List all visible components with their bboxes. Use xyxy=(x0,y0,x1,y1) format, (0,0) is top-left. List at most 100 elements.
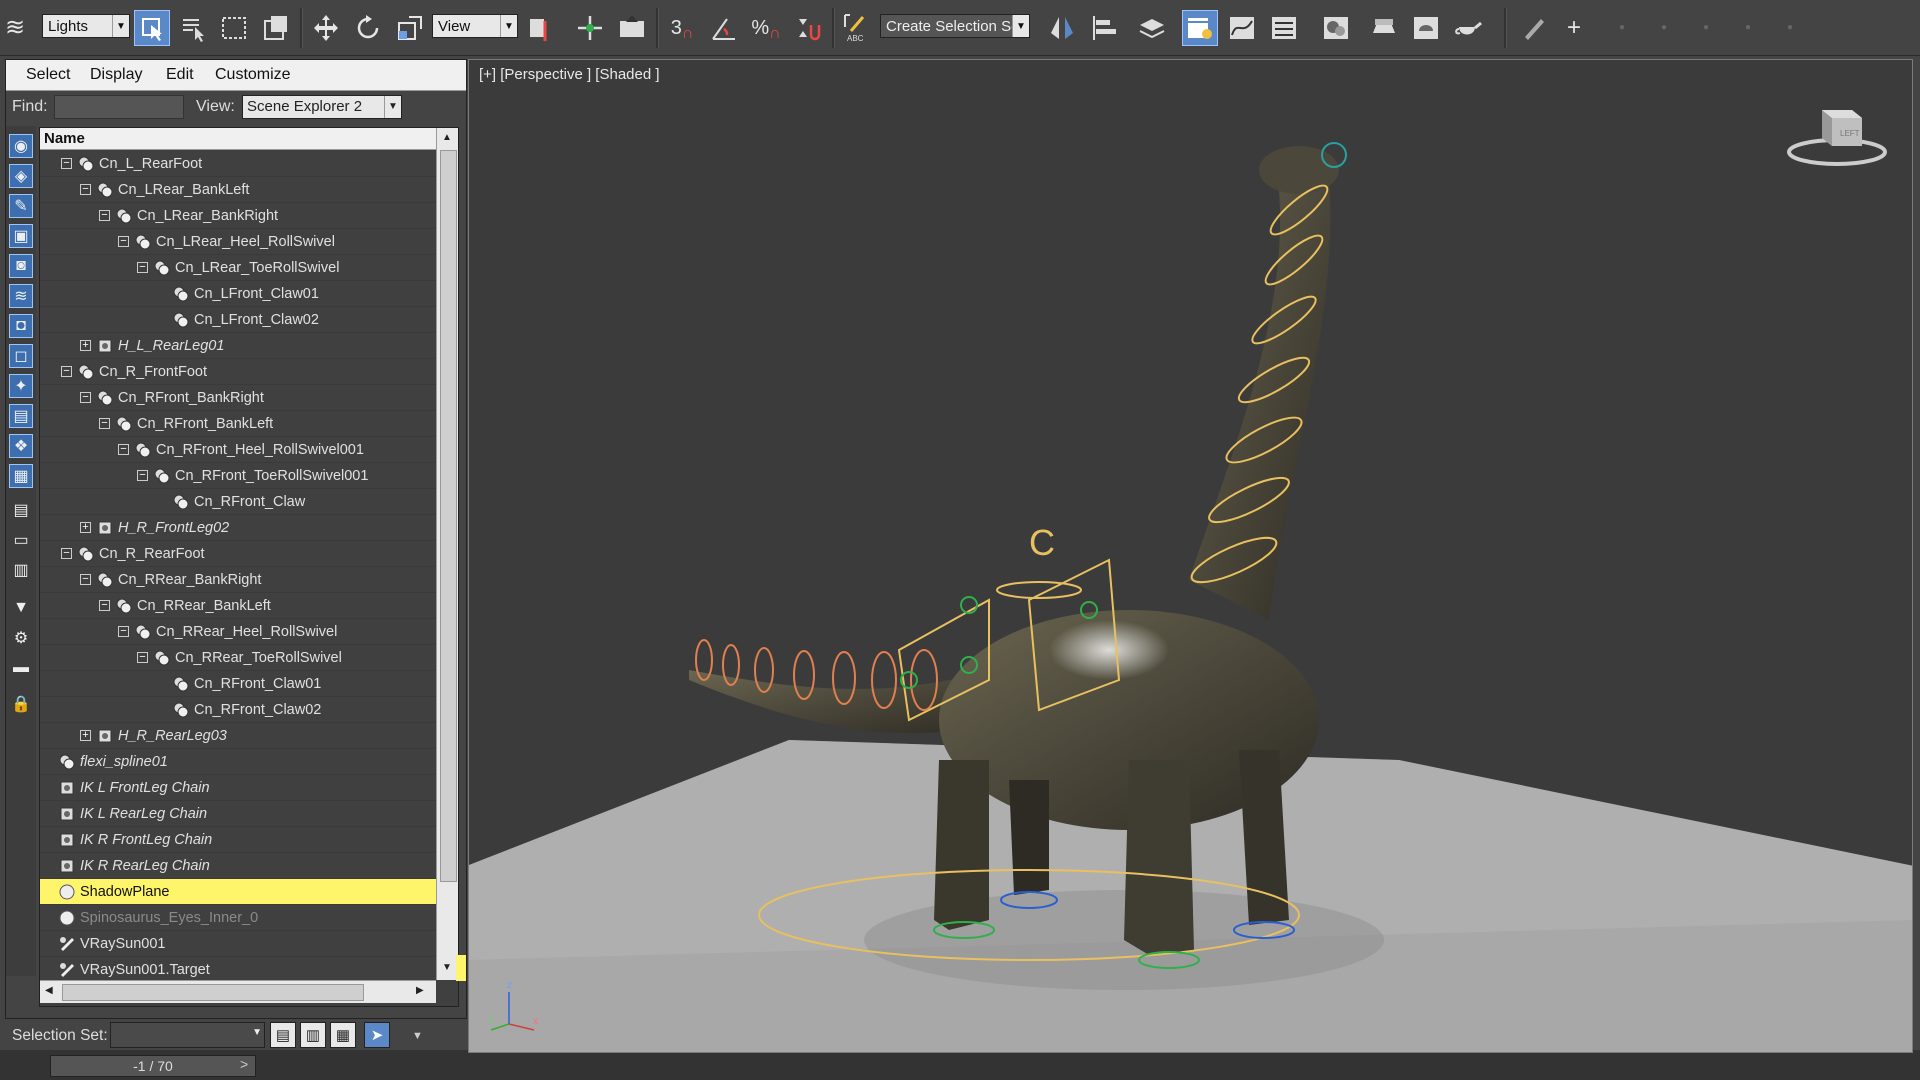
selection-filter-dropdown[interactable]: Lights ▼ xyxy=(42,14,130,38)
tree-row[interactable]: IK R RearLeg Chain xyxy=(40,853,436,879)
collapse-toggle-icon[interactable]: − xyxy=(137,262,148,273)
select-and-move-button[interactable] xyxy=(308,10,344,46)
tree-row[interactable]: − Cn_R_FrontFoot xyxy=(40,359,436,385)
display-xrefs-icon[interactable]: ◻ xyxy=(9,344,33,368)
align-button[interactable] xyxy=(1086,10,1122,46)
display-invert-icon[interactable]: ▥ xyxy=(9,558,33,582)
collapse-toggle-icon[interactable]: − xyxy=(80,392,91,403)
tree-row[interactable]: − Cn_LRear_BankLeft xyxy=(40,177,436,203)
select-and-manipulate-button[interactable] xyxy=(572,10,608,46)
scene-render[interactable]: C xyxy=(469,60,1913,1053)
dino-rear-left-leg[interactable] xyxy=(1009,780,1049,895)
collapse-toggle-icon[interactable]: − xyxy=(80,574,91,585)
tree-row[interactable]: − Cn_RRear_Heel_RollSwivel xyxy=(40,619,436,645)
collapse-icon[interactable]: ▬ xyxy=(9,656,33,680)
remove-from-selection-set-button[interactable]: ▦ xyxy=(330,1022,356,1048)
scroll-up-icon[interactable]: ▲ xyxy=(442,132,452,143)
collapse-toggle-icon[interactable]: − xyxy=(118,626,129,637)
tree-row[interactable]: Cn_LFront_Claw01 xyxy=(40,281,436,307)
panel-options-icon[interactable]: ▼ xyxy=(412,1030,423,1042)
tree-row[interactable]: IK L FrontLeg Chain xyxy=(40,775,436,801)
next-frame-button[interactable]: > xyxy=(240,1056,248,1072)
expand-toggle-icon[interactable]: + xyxy=(80,340,91,351)
display-helpers-icon[interactable]: ◙ xyxy=(9,254,33,278)
display-shapes-icon[interactable]: ◈ xyxy=(9,164,33,188)
display-spacewarps-icon[interactable]: ≋ xyxy=(9,284,33,308)
selection-set-dropdown[interactable]: ▼ xyxy=(110,1022,265,1048)
select-object-button[interactable] xyxy=(134,10,170,46)
render-in-cloud-button[interactable] xyxy=(1516,10,1552,46)
select-and-rotate-button[interactable] xyxy=(350,10,386,46)
window-crossing-button[interactable] xyxy=(258,10,294,46)
tree-row[interactable]: Cn_RFront_Claw01 xyxy=(40,671,436,697)
menu-edit[interactable]: Edit xyxy=(166,66,194,84)
perspective-viewport[interactable]: C [+] [Perspective ] [Shaded ] LEFT z x … xyxy=(468,59,1913,1053)
material-editor-button[interactable] xyxy=(1318,10,1354,46)
collapse-toggle-icon[interactable]: − xyxy=(99,600,110,611)
viewport-label[interactable]: [+] [Perspective ] [Shaded ] xyxy=(479,66,660,83)
collapse-toggle-icon[interactable]: − xyxy=(137,652,148,663)
tree-row[interactable]: − Cn_LRear_ToeRollSwivel xyxy=(40,255,436,281)
create-selection-set-button[interactable]: ▤ xyxy=(270,1022,296,1048)
tree-row[interactable]: + H_R_FrontLeg02 xyxy=(40,515,436,541)
toolbar-grip-icon[interactable]: ≋ xyxy=(0,10,30,46)
display-none-icon[interactable]: ▭ xyxy=(9,528,33,552)
tree-row[interactable]: − Cn_RRear_BankRight xyxy=(40,567,436,593)
collapse-toggle-icon[interactable]: − xyxy=(137,470,148,481)
dino-front-right-leg[interactable] xyxy=(1124,760,1194,955)
filter-settings-icon[interactable]: ⚙ xyxy=(9,626,33,650)
rendered-frame-window-button[interactable] xyxy=(1408,10,1444,46)
scroll-left-icon[interactable]: ◀ xyxy=(45,985,53,996)
keyboard-shortcut-override-button[interactable] xyxy=(614,10,650,46)
expand-toggle-icon[interactable]: + xyxy=(80,730,91,741)
add-to-selection-set-button[interactable]: ▥ xyxy=(300,1022,326,1048)
display-geometry-icon[interactable]: ◉ xyxy=(9,134,33,158)
add-toolbar-button[interactable]: + xyxy=(1556,10,1592,46)
tree-row[interactable]: − Cn_LRear_Heel_RollSwivel xyxy=(40,229,436,255)
tree-row[interactable]: + H_R_RearLeg03 xyxy=(40,723,436,749)
collapse-toggle-icon[interactable]: − xyxy=(61,158,72,169)
tree-row[interactable]: ShadowPlane xyxy=(40,879,436,905)
pivot-center-button[interactable] xyxy=(522,10,558,46)
tree-row[interactable]: flexi_spline01 xyxy=(40,749,436,775)
tree-row[interactable]: − Cn_RFront_Heel_RollSwivel001 xyxy=(40,437,436,463)
display-frozen-icon[interactable]: ❖ xyxy=(9,434,33,458)
snap-toggle-button[interactable]: 3 ∩ xyxy=(664,10,700,46)
display-cameras-icon[interactable]: ▣ xyxy=(9,224,33,248)
dino-front-left-leg[interactable] xyxy=(934,760,989,930)
tree-row[interactable]: − Cn_RRear_BankLeft xyxy=(40,593,436,619)
find-input[interactable] xyxy=(54,95,184,119)
tree-row[interactable]: − Cn_R_RearFoot xyxy=(40,541,436,567)
spinner-snap-button[interactable] xyxy=(790,10,826,46)
time-slider[interactable]: -1 / 70 xyxy=(50,1055,256,1077)
select-set-button[interactable]: ➤ xyxy=(364,1022,390,1048)
tree-row[interactable]: − Cn_RRear_ToeRollSwivel xyxy=(40,645,436,671)
reference-coordinate-dropdown[interactable]: View ▼ xyxy=(432,14,518,38)
viewcube[interactable]: LEFT xyxy=(1782,100,1892,170)
vertical-scrollbar[interactable]: ▲ ▼ xyxy=(436,128,458,980)
render-setup-button[interactable] xyxy=(1366,10,1402,46)
menu-customize[interactable]: Customize xyxy=(215,66,291,84)
display-containers-icon[interactable]: ▤ xyxy=(9,404,33,428)
scroll-right-icon[interactable]: ▶ xyxy=(416,985,424,996)
horizontal-scrollbar[interactable]: ◀ ▶ xyxy=(40,980,436,1003)
collapse-toggle-icon[interactable]: − xyxy=(61,548,72,559)
toggle-scene-explorer-button[interactable] xyxy=(1134,10,1170,46)
display-all-icon[interactable]: ▤ xyxy=(9,498,33,522)
tree-row[interactable]: Cn_RFront_Claw xyxy=(40,489,436,515)
toggle-layer-explorer-button[interactable] xyxy=(1182,10,1218,46)
tree-row[interactable]: Spinosaurus_Eyes_Inner_0 xyxy=(40,905,436,931)
select-by-name-button[interactable] xyxy=(176,10,212,46)
display-hidden-icon[interactable]: ▦ xyxy=(9,464,33,488)
display-groups-icon[interactable]: ◘ xyxy=(9,314,33,338)
angle-snap-button[interactable] xyxy=(706,10,742,46)
named-selection-set-dropdown[interactable]: Create Selection Se ▼ xyxy=(880,14,1030,38)
spring-control-icon[interactable]: C xyxy=(1029,522,1055,563)
expand-toggle-icon[interactable]: + xyxy=(80,522,91,533)
view-dropdown[interactable]: Scene Explorer 2 ▼ xyxy=(242,95,402,119)
name-column-header[interactable]: Name xyxy=(40,128,436,150)
tree-row[interactable]: − Cn_LRear_BankRight xyxy=(40,203,436,229)
menu-display[interactable]: Display xyxy=(90,66,142,84)
vertical-scroll-thumb[interactable] xyxy=(440,150,457,882)
lock-icon[interactable]: 🔒 xyxy=(9,692,33,716)
